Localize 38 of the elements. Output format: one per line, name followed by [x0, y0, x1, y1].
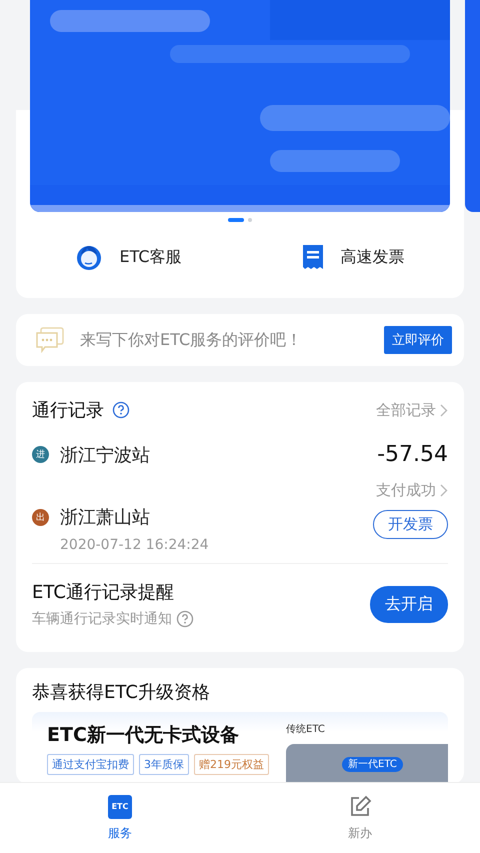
amount: -57.54 — [377, 442, 448, 467]
invoice-button[interactable]: 开发票 — [373, 510, 448, 539]
feature-tag: 3年质保 — [139, 754, 189, 775]
tab-label: 服务 — [108, 824, 132, 842]
all-records-link[interactable]: 全部记录 — [376, 400, 448, 420]
help-icon — [112, 401, 130, 419]
upgrade-title: 恭喜获得ETC升级资格 — [32, 682, 210, 703]
quick-action-label: ETC客服 — [119, 246, 182, 268]
quick-action[interactable]: ETC客服 — [71, 238, 186, 276]
pass-time: 2020-07-12 16:24:24 — [59, 537, 209, 553]
exit-badge: 出 — [32, 508, 49, 526]
section-title: 通行记录 — [32, 399, 104, 422]
chat-icon — [36, 327, 64, 353]
edit-icon — [348, 794, 372, 818]
feature-tag: 通过支付宝扣费 — [47, 754, 134, 775]
reminder-subtitle: 车辆通行记录实时通知 — [32, 610, 172, 628]
help-icon — [176, 610, 194, 628]
entry-badge: 进 — [32, 446, 49, 463]
tab[interactable]: 新办 — [240, 783, 480, 853]
station-name: 浙江萧山站 — [60, 506, 150, 529]
device-badge: 新一代ETC — [342, 757, 403, 772]
station-name: 浙江宁波站 — [60, 444, 150, 466]
chevron-right-icon — [440, 484, 448, 497]
tab-label: 新办 — [348, 824, 372, 842]
etc-icon: ETC — [108, 794, 132, 818]
product-name: ETC新一代无卡式设备 — [47, 723, 240, 748]
chevron-right-icon — [440, 404, 448, 416]
quick-action-label: 高速发票 — [340, 246, 405, 268]
feature-tag: 赠219元权益 — [194, 754, 269, 775]
enable-button[interactable]: 去开启 — [370, 586, 448, 622]
payment-status-link[interactable]: 支付成功 — [376, 481, 448, 500]
review-prompt: 来写下你对ETC服务的评价吧！ — [80, 330, 304, 350]
compare-label: 传统ETC — [286, 722, 326, 736]
tab[interactable]: ETC 服务 — [0, 783, 240, 853]
reminder-title: ETC通行记录提醒 — [32, 581, 175, 604]
quick-action[interactable]: 高速发票 — [296, 238, 409, 276]
receipt-icon — [300, 243, 325, 271]
review-button[interactable]: 立即评价 — [384, 326, 452, 354]
